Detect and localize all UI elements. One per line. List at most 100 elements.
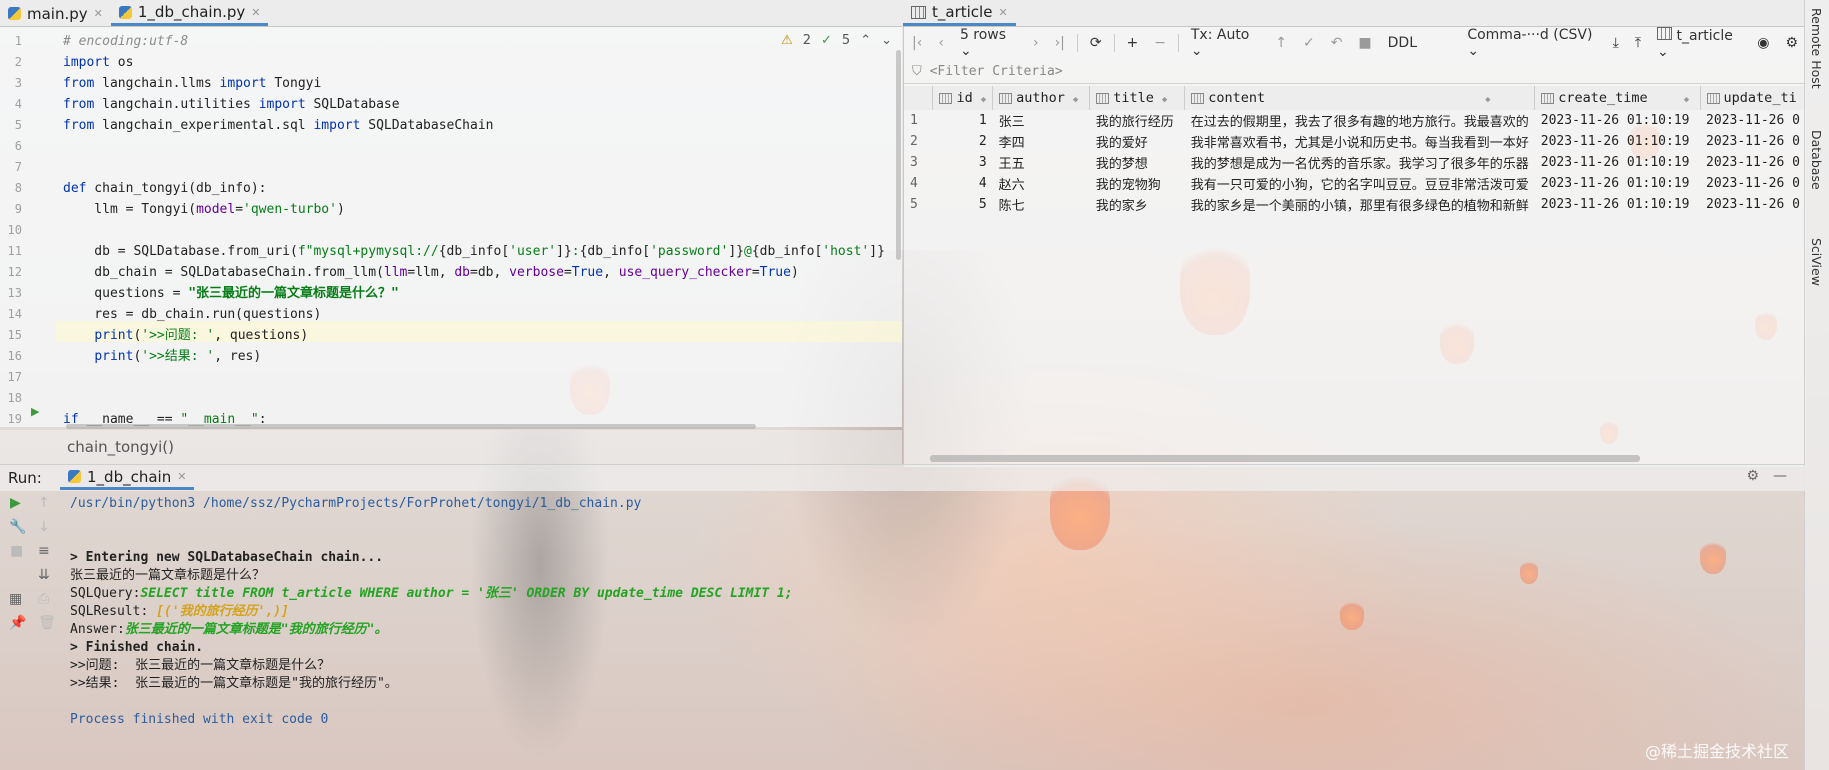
cell-content[interactable]: 我的家乡是一个美丽的小镇，那里有很多绿色的植物和新鲜 xyxy=(1185,194,1535,215)
db-tab-t-article[interactable]: t_article ✕ xyxy=(903,1,1016,26)
cell-title[interactable]: 我的爱好 xyxy=(1090,131,1185,152)
cell-id[interactable]: 5 xyxy=(933,194,993,215)
tool-window-database[interactable]: Database xyxy=(1809,130,1824,190)
cell-update-time[interactable]: 2023-11-26 0 xyxy=(1700,152,1806,173)
column-header-title[interactable]: title ◆ xyxy=(1089,86,1186,110)
cell-id[interactable]: 1 xyxy=(933,110,993,131)
tool-window-remote-host[interactable]: Remote Host xyxy=(1809,8,1824,89)
cell-id[interactable]: 2 xyxy=(933,131,993,152)
sort-icon[interactable]: ◆ xyxy=(1162,95,1167,105)
rerun-icon[interactable]: ▶ xyxy=(10,495,21,511)
cell-id[interactable]: 4 xyxy=(933,173,993,194)
cell-content[interactable]: 我有一只可爱的小狗，它的名字叫豆豆。豆豆非常活泼可爱 xyxy=(1185,173,1535,194)
remove-row-icon[interactable]: − xyxy=(1146,35,1174,51)
cell-title[interactable]: 我的家乡 xyxy=(1090,194,1185,215)
breadcrumb[interactable]: chain_tongyi() xyxy=(0,430,902,464)
table-row[interactable]: 5 5 陈七 我的家乡 我的家乡是一个美丽的小镇，那里有很多绿色的植物和新鲜 2023-1… xyxy=(904,194,1806,215)
editor-vertical-scrollbar[interactable] xyxy=(896,50,901,260)
cell-title[interactable]: 我的旅行经历 xyxy=(1090,110,1185,131)
sort-icon[interactable]: ◆ xyxy=(1073,95,1078,105)
print-icon[interactable]: ⎙ xyxy=(38,591,49,607)
column-header-create-time[interactable]: create_time ◆ xyxy=(1534,86,1701,110)
cell-update-time[interactable]: 2023-11-26 0 xyxy=(1700,194,1806,215)
column-header-author[interactable]: author ◆ xyxy=(992,86,1091,110)
cell-author[interactable]: 赵六 xyxy=(993,173,1090,194)
ddl-button[interactable]: DDL xyxy=(1380,35,1425,51)
commit-icon[interactable]: ↑ xyxy=(1267,35,1295,51)
table-row[interactable]: 4 4 赵六 我的宠物狗 我有一只可爱的小狗，它的名字叫豆豆。豆豆非常活泼可爱 2023-… xyxy=(904,173,1806,194)
chevron-down-icon[interactable]: ⌄ xyxy=(881,33,892,48)
sort-icon[interactable]: ◆ xyxy=(1684,95,1689,105)
cell-create-time[interactable]: 2023-11-26 01:10:19 xyxy=(1535,194,1700,215)
chevron-up-icon[interactable]: ⌃ xyxy=(860,33,871,48)
add-row-icon[interactable]: + xyxy=(1118,35,1146,51)
stop-icon[interactable]: ■ xyxy=(10,543,23,559)
cell-author[interactable]: 李四 xyxy=(993,131,1090,152)
gear-icon[interactable]: ⚙ xyxy=(1746,468,1759,484)
rollback-icon[interactable]: ↶ xyxy=(1323,35,1351,51)
cell-author[interactable]: 陈七 xyxy=(993,194,1090,215)
cell-update-time[interactable]: 2023-11-26 0 xyxy=(1700,110,1806,131)
soft-wrap-icon[interactable]: ≡ xyxy=(38,543,50,559)
table-row[interactable]: 1 1 张三 我的旅行经历 在过去的假期里，我去了很多有趣的地方旅行。我最喜欢的 2023… xyxy=(904,110,1806,131)
editor-tab-db-chain[interactable]: 1_db_chain.py ✕ xyxy=(110,1,269,26)
column-header-update-time[interactable]: update_ti xyxy=(1700,86,1806,110)
table-selector[interactable]: t_article ⌄ xyxy=(1649,26,1749,60)
cell-id[interactable]: 3 xyxy=(933,152,993,173)
run-tab-db-chain[interactable]: 1_db_chain ✕ xyxy=(60,466,195,490)
cell-rn[interactable]: 3 xyxy=(904,152,933,173)
cell-update-time[interactable]: 2023-11-26 0 xyxy=(1700,131,1806,152)
down-arrow-icon[interactable]: ↓ xyxy=(38,519,50,535)
export-icon[interactable]: ⤓ xyxy=(1605,35,1627,51)
up-arrow-icon[interactable]: ↑ xyxy=(38,495,50,511)
next-page-icon[interactable]: › xyxy=(1025,35,1047,51)
table-row[interactable]: 3 3 王五 我的梦想 我的梦想是成为一名优秀的音乐家。我学习了很多年的乐器 2023-1… xyxy=(904,152,1806,173)
column-header-content[interactable]: content ◆ xyxy=(1184,86,1536,110)
editor-horizontal-scrollbar[interactable] xyxy=(66,424,756,429)
gear-icon[interactable]: ⚙ xyxy=(1777,35,1806,51)
close-icon[interactable]: ✕ xyxy=(998,6,1007,19)
code-editor[interactable]: ⚠ 2 ✓ 5 ⌃ ⌄ 1 # encoding:utf-8 2 import os 3… xyxy=(0,27,902,427)
close-icon[interactable]: ✕ xyxy=(94,7,103,20)
run-gutter-icon[interactable]: ▶ xyxy=(31,405,39,418)
cell-rn[interactable]: 4 xyxy=(904,173,933,194)
previous-page-icon[interactable]: ‹ xyxy=(930,35,952,51)
cell-title[interactable]: 我的梦想 xyxy=(1090,152,1185,173)
tx-mode-selector[interactable]: Tx: Auto ⌄ xyxy=(1183,27,1267,59)
pin-icon[interactable]: 📌 xyxy=(9,615,26,631)
last-page-icon[interactable]: ›| xyxy=(1047,35,1073,51)
cell-content[interactable]: 我非常喜欢看书，尤其是小说和历史书。每当我看到一本好 xyxy=(1185,131,1535,152)
filter-criteria-input[interactable]: ⛉ <Filter Criteria> xyxy=(904,60,1806,84)
cell-author[interactable]: 张三 xyxy=(993,110,1090,131)
check-icon[interactable]: ✓ xyxy=(1295,35,1323,51)
cell-create-time[interactable]: 2023-11-26 01:10:19 xyxy=(1535,110,1700,131)
import-icon[interactable]: ⤒ xyxy=(1627,35,1649,51)
minimize-icon[interactable]: — xyxy=(1773,468,1787,484)
editor-tab-main[interactable]: main.py ✕ xyxy=(0,1,111,26)
cell-rn[interactable]: 1 xyxy=(904,110,933,131)
refresh-icon[interactable]: ⟳ xyxy=(1082,35,1110,51)
sort-icon[interactable]: ◆ xyxy=(981,95,986,105)
cell-rn[interactable]: 2 xyxy=(904,131,933,152)
column-header-id[interactable]: id ◆ xyxy=(932,86,994,110)
tool-window-sciview[interactable]: SciView xyxy=(1809,238,1824,286)
table-row[interactable]: 2 2 李四 我的爱好 我非常喜欢看书，尤其是小说和历史书。每当我看到一本好 2023-1… xyxy=(904,131,1806,152)
close-icon[interactable]: ✕ xyxy=(177,470,186,483)
result-grid[interactable]: id ◆ author ◆ title ◆ content ◆ create_time ◆… xyxy=(904,86,1806,215)
export-format-selector[interactable]: Comma-···d (CSV) ⌄ xyxy=(1459,27,1604,59)
first-page-icon[interactable]: |‹ xyxy=(904,35,930,51)
cell-content[interactable]: 我的梦想是成为一名优秀的音乐家。我学习了很多年的乐器 xyxy=(1185,152,1535,173)
cell-rn[interactable]: 5 xyxy=(904,194,933,215)
cell-create-time[interactable]: 2023-11-26 01:10:19 xyxy=(1535,173,1700,194)
grid-horizontal-scrollbar[interactable] xyxy=(930,455,1640,462)
cell-create-time[interactable]: 2023-11-26 01:10:19 xyxy=(1535,152,1700,173)
inspection-widget[interactable]: ⚠ 2 ✓ 5 ⌃ ⌄ xyxy=(781,33,892,48)
cell-content[interactable]: 在过去的假期里，我去了很多有趣的地方旅行。我最喜欢的 xyxy=(1185,110,1535,131)
sort-icon[interactable]: ◆ xyxy=(1485,95,1490,105)
cell-title[interactable]: 我的宠物狗 xyxy=(1090,173,1185,194)
cell-author[interactable]: 王五 xyxy=(993,152,1090,173)
stop-icon[interactable]: ■ xyxy=(1350,35,1379,51)
rows-selector[interactable]: 5 rows ⌄ xyxy=(952,27,1025,59)
trash-icon[interactable]: 🗑 xyxy=(38,615,56,631)
cell-create-time[interactable]: 2023-11-26 01:10:19 xyxy=(1535,131,1700,152)
